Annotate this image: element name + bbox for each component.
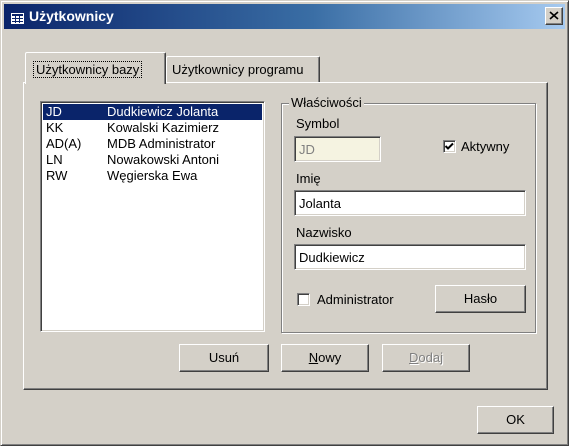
password-button-label: Hasło	[463, 291, 498, 306]
administrator-checkbox[interactable]	[297, 293, 310, 306]
ok-button[interactable]: OK	[477, 406, 554, 434]
active-label: Aktywny	[461, 139, 510, 154]
new-button[interactable]: Nowy	[281, 344, 369, 372]
list-item[interactable]: JD Dudkiewicz Jolanta	[43, 104, 262, 120]
password-button[interactable]: Hasło	[435, 285, 526, 313]
add-button-label: Dodaj	[409, 350, 443, 365]
last-name-field[interactable]	[294, 244, 526, 270]
ok-button-label: OK	[506, 412, 525, 427]
user-name: Nowakowski Antoni	[107, 152, 219, 167]
delete-button[interactable]: Usuń	[179, 344, 269, 372]
add-button[interactable]: Dodaj	[382, 344, 470, 372]
table-icon	[11, 11, 24, 24]
properties-legend: Właściwości	[289, 95, 364, 110]
user-code: RW	[46, 168, 68, 183]
user-name: Dudkiewicz Jolanta	[107, 104, 219, 119]
active-checkbox[interactable]	[443, 140, 456, 153]
list-item[interactable]: RW Węgierska Ewa	[43, 168, 262, 184]
users-listbox[interactable]: JD Dudkiewicz Jolanta KK Kowalski Kazimi…	[40, 101, 265, 332]
symbol-label: Symbol	[296, 116, 340, 131]
symbol-input	[297, 139, 380, 159]
first-name-input[interactable]	[297, 193, 525, 213]
delete-button-label: Usuń	[208, 350, 240, 365]
user-code: AD(A)	[46, 136, 82, 151]
user-name: Kowalski Kazimierz	[107, 120, 219, 135]
user-name: MDB Administrator	[107, 136, 216, 151]
list-item[interactable]: LN Nowakowski Antoni	[43, 152, 262, 168]
new-button-label: Nowy	[308, 350, 342, 365]
last-name-input[interactable]	[297, 247, 525, 267]
user-code: KK	[46, 120, 64, 135]
close-button[interactable]	[545, 7, 563, 25]
users-dialog-window: Użytkownicy Użytkownicy bazy Użytkownicy…	[0, 0, 569, 446]
symbol-field	[294, 136, 381, 162]
checkmark-icon	[444, 142, 454, 150]
tab-database-users[interactable]: Użytkownicy bazy	[25, 52, 166, 84]
first-name-field[interactable]	[294, 190, 526, 216]
list-item[interactable]: KK Kowalski Kazimierz	[43, 120, 262, 136]
user-code: LN	[46, 152, 63, 167]
user-code: JD	[46, 104, 62, 119]
list-item[interactable]: AD(A) MDB Administrator	[43, 136, 262, 152]
user-name: Węgierska Ewa	[107, 168, 198, 183]
tab-label: Użytkownicy programu	[172, 62, 304, 77]
tab-label: Użytkownicy bazy	[32, 61, 143, 78]
last-name-label: Nazwisko	[296, 225, 352, 240]
first-name-label: Imię	[296, 171, 321, 186]
tab-program-users[interactable]: Użytkownicy programu	[166, 56, 320, 82]
title-bar[interactable]: Użytkownicy	[4, 4, 565, 29]
administrator-label: Administrator	[317, 292, 394, 307]
close-icon	[549, 11, 559, 20]
window-title: Użytkownicy	[29, 8, 114, 24]
